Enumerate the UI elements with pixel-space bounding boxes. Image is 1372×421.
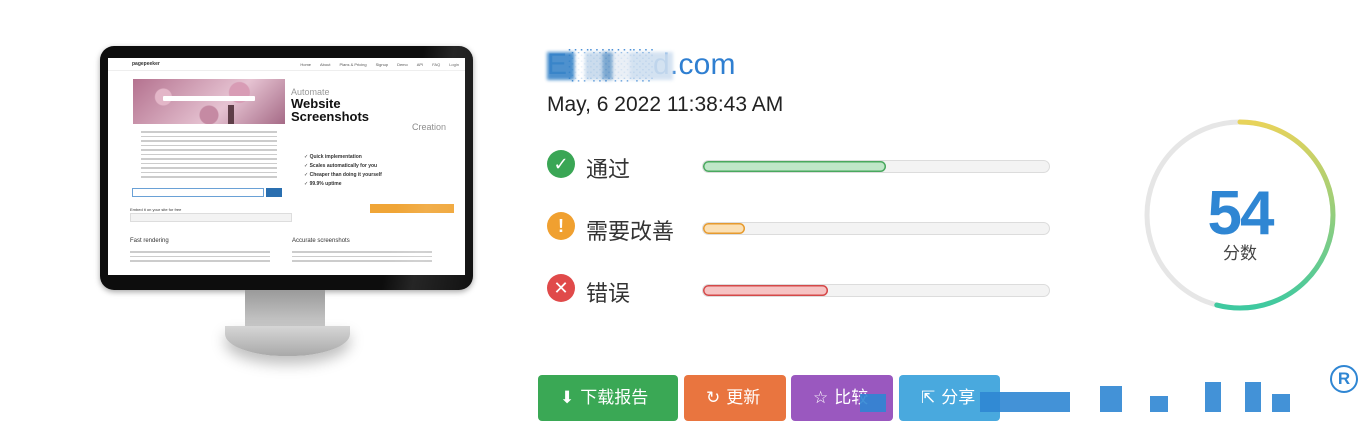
star-icon: ☆ [813, 388, 829, 407]
thumb-bullets: ✓ Quick implementation ✓ Scales automati… [304, 153, 382, 189]
thumb-menu-item: Home [300, 61, 312, 67]
thumb-headline-big: Website Screenshots [291, 96, 370, 124]
thumb-hero-search [163, 96, 255, 101]
thumb-feature-right-text [292, 248, 432, 262]
refresh-button[interactable]: ↻ 更新 [684, 375, 786, 421]
thumb-menu-item: API [416, 61, 424, 67]
thumb-headline-tail: Creation [411, 122, 446, 132]
progress-fill [703, 161, 887, 172]
analysis-timestamp: May, 6 2022 11:38:43 AM [547, 93, 784, 116]
audit-label: 需要改善 [586, 219, 675, 244]
refresh-icon: ↻ [706, 388, 721, 407]
check-icon: ✓ [547, 150, 575, 178]
site-screenshot[interactable]: pagepeeker Home About Plans & Pricing Si… [108, 58, 465, 275]
download-icon: ⬇ [560, 388, 575, 407]
registered-icon: R [1330, 365, 1358, 393]
thumb-feature-left: Fast rendering [130, 238, 169, 244]
thumb-go-button [266, 188, 282, 197]
thumb-embed-code [130, 213, 292, 222]
thumb-body-text [133, 128, 285, 178]
monitor-stand [225, 326, 350, 356]
monitor-bezel: pagepeeker Home About Plans & Pricing Si… [100, 46, 473, 290]
score-gauge: 54 分数 [1140, 115, 1340, 315]
thumb-cta-button [370, 204, 454, 213]
domain-redaction [547, 52, 673, 80]
site-thumbnail-monitor: pagepeeker Home About Plans & Pricing Si… [100, 46, 475, 366]
button-label: 下载报告 [580, 388, 649, 407]
progress-track [702, 160, 1050, 173]
thumb-hero-image [133, 79, 285, 124]
thumb-url-input [132, 188, 264, 197]
thumb-menu-item: Signup [375, 61, 389, 67]
monitor-neck [245, 290, 325, 330]
score-label: 分数 [1223, 244, 1257, 263]
thumb-bullet: ✓ 99.9% uptime [304, 181, 342, 187]
score-value: 54 [1207, 179, 1275, 248]
thumb-nav: pagepeeker Home About Plans & Pricing Si… [108, 58, 465, 71]
thumb-bullet: ✓ Quick implementation [304, 154, 362, 160]
button-label: 更新 [726, 388, 761, 407]
thumb-headline: Automate Website Screenshots Creation [291, 88, 446, 132]
thumb-embed-title: Embed it on your site for free [130, 207, 182, 212]
thumb-menu-item: FAQ [432, 61, 441, 67]
brand-watermark [860, 382, 1290, 412]
progress-fill [703, 223, 745, 234]
thumb-feature-right: Accurate screenshots [292, 238, 350, 244]
download-report-button[interactable]: ⬇ 下载报告 [538, 375, 678, 421]
thumb-menu-item: Login [449, 61, 459, 67]
thumb-menu: Home About Plans & Pricing Signup Demo A… [300, 62, 459, 67]
x-icon: ✕ [547, 274, 575, 302]
progress-fill [703, 285, 828, 296]
audit-label: 通过 [586, 157, 631, 182]
thumb-tree-trunk [228, 105, 234, 124]
progress-track [702, 284, 1050, 297]
exclamation-icon: ! [547, 212, 575, 240]
thumb-bullet: ✓ Scales automatically for you [304, 163, 378, 169]
thumb-logo: pagepeeker [132, 61, 160, 67]
audit-label: 错误 [586, 281, 631, 306]
thumb-menu-item: Demo [397, 61, 408, 67]
thumb-menu-item: About [320, 61, 331, 67]
progress-track [702, 222, 1050, 235]
thumb-bullet: ✓ Cheaper than doing it yourself [304, 172, 382, 178]
thumb-menu-item: Plans & Pricing [339, 61, 367, 67]
thumb-feature-left-text [130, 248, 270, 262]
